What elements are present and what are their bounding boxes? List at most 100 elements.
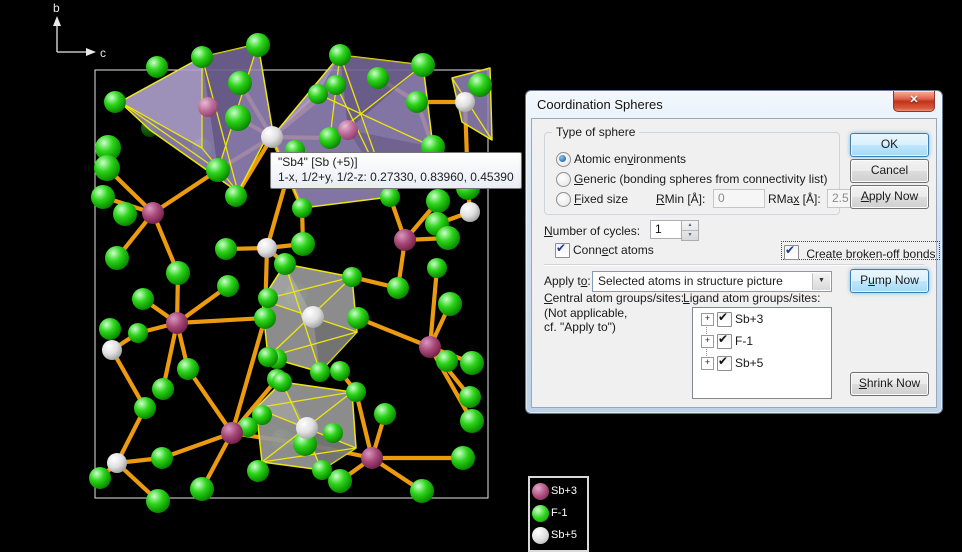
atom-F-1[interactable] <box>146 489 170 513</box>
radio-generic[interactable] <box>556 172 571 187</box>
rmin-field[interactable]: 0 <box>713 189 765 208</box>
shrink-now-button[interactable]: Shrink Now <box>850 372 929 396</box>
atom-F-1[interactable] <box>460 409 484 433</box>
atom-F-1[interactable] <box>367 67 389 89</box>
atom-F-1[interactable] <box>312 460 332 480</box>
create-broken-off-bonds-checkbox[interactable]: ✔ <box>784 245 799 260</box>
atom-F-1[interactable] <box>99 318 121 340</box>
cycles-spinner[interactable]: ▲ ▼ <box>681 220 699 241</box>
atom-Sb+5[interactable] <box>257 238 277 258</box>
tree-item-sb5[interactable]: + ✔ Sb+5 <box>693 352 831 374</box>
atom-F-1[interactable] <box>342 267 362 287</box>
atom-F-1[interactable] <box>347 307 369 329</box>
ligand-atom-groups-list[interactable]: + ✔ Sb+3 + ✔ F-1 + ✔ Sb+5 <box>692 307 832 399</box>
atom-F-1[interactable] <box>146 56 168 78</box>
atom-F-1[interactable] <box>247 460 269 482</box>
atom-F-1[interactable] <box>292 198 312 218</box>
dialog-titlebar[interactable]: Coordination Spheres ✕ <box>526 91 942 118</box>
pump-now-button[interactable]: Pump Now <box>850 269 929 293</box>
atom-F-1[interactable] <box>459 386 481 408</box>
atom-F-1[interactable] <box>436 226 460 250</box>
atom-F-1[interactable] <box>387 277 409 299</box>
atom-F-1[interactable] <box>132 288 154 310</box>
atom-Sb+3[interactable] <box>166 312 188 334</box>
spinner-up-icon[interactable]: ▲ <box>682 221 698 231</box>
atom-F-1[interactable] <box>215 238 237 260</box>
atom-F-1[interactable] <box>104 91 126 113</box>
atom-Sb+5[interactable] <box>302 306 324 328</box>
atom-F-1[interactable] <box>254 307 276 329</box>
atom-F-1[interactable] <box>152 378 174 400</box>
atom-F-1[interactable] <box>274 253 296 275</box>
tree-checkbox-sb5[interactable]: ✔ <box>717 356 732 371</box>
atom-F-1[interactable] <box>319 127 341 149</box>
atom-F-1[interactable] <box>228 71 252 95</box>
atom-F-1[interactable] <box>225 105 251 131</box>
atom-Sb+3[interactable] <box>198 97 218 117</box>
atom-F-1[interactable] <box>380 187 400 207</box>
atom-Sb+3[interactable] <box>361 447 383 469</box>
atom-F-1[interactable] <box>166 261 190 285</box>
tree-item-f1[interactable]: + ✔ F-1 <box>693 330 831 352</box>
chevron-down-icon[interactable]: ▼ <box>812 273 830 290</box>
atom-F-1[interactable] <box>258 347 278 367</box>
atom-F-1[interactable] <box>410 479 434 503</box>
atom-Sb+5[interactable] <box>107 453 127 473</box>
atom-F-1[interactable] <box>330 361 350 381</box>
atom-F-1[interactable] <box>427 258 447 278</box>
atom-F-1[interactable] <box>151 447 173 469</box>
atom-F-1[interactable] <box>411 53 435 77</box>
atom-Sb+5[interactable] <box>455 92 475 112</box>
create-broken-off-bonds-option[interactable]: ✔ Create broken-off bonds <box>781 241 940 260</box>
atom-Sb+5[interactable] <box>296 417 318 439</box>
atom-F-1[interactable] <box>91 185 115 209</box>
atom-F-1[interactable] <box>308 84 328 104</box>
radio-atomic-environments[interactable] <box>556 152 571 167</box>
atom-F-1[interactable] <box>406 91 428 113</box>
tree-checkbox-f1[interactable]: ✔ <box>717 334 732 349</box>
apply-to-dropdown[interactable]: Selected atoms in structure picture ▼ <box>592 271 832 292</box>
atom-F-1[interactable] <box>246 33 270 57</box>
atom-F-1[interactable] <box>134 397 156 419</box>
atom-F-1[interactable] <box>94 155 120 181</box>
atom-Sb+5[interactable] <box>460 202 480 222</box>
number-of-cycles-field[interactable]: 1 <box>650 220 685 239</box>
atom-F-1[interactable] <box>326 75 346 95</box>
atom-F-1[interactable] <box>468 73 492 97</box>
atom-F-1[interactable] <box>436 350 458 372</box>
atom-Sb+3[interactable] <box>419 336 441 358</box>
atom-F-1[interactable] <box>113 202 137 226</box>
atom-Sb+3[interactable] <box>142 202 164 224</box>
atom-F-1[interactable] <box>258 288 278 308</box>
expand-icon[interactable]: + <box>701 335 714 348</box>
tree-checkbox-sb3[interactable]: ✔ <box>717 312 732 327</box>
atom-F-1[interactable] <box>272 372 292 392</box>
expand-icon[interactable]: + <box>701 357 714 370</box>
atom-F-1[interactable] <box>217 275 239 297</box>
atom-F-1[interactable] <box>374 403 396 425</box>
atom-Sb+5[interactable] <box>102 340 122 360</box>
spinner-down-icon[interactable]: ▼ <box>682 231 698 240</box>
atom-F-1[interactable] <box>89 467 111 489</box>
atom-F-1[interactable] <box>310 362 330 382</box>
atom-Sb+5[interactable] <box>261 126 283 148</box>
atom-F-1[interactable] <box>206 158 230 182</box>
atom-Sb+3[interactable] <box>394 229 416 251</box>
radio-fixed-size[interactable] <box>556 192 571 207</box>
ok-button[interactable]: OK <box>850 133 929 157</box>
atom-F-1[interactable] <box>128 323 148 343</box>
atom-F-1[interactable] <box>191 46 213 68</box>
apply-now-button[interactable]: Apply Now <box>850 185 929 209</box>
atom-F-1[interactable] <box>190 477 214 501</box>
tree-item-sb3[interactable]: + ✔ Sb+3 <box>693 308 831 330</box>
atom-F-1[interactable] <box>105 246 129 270</box>
atom-F-1[interactable] <box>291 232 315 256</box>
atom-F-1[interactable] <box>225 185 247 207</box>
cancel-button[interactable]: Cancel <box>850 159 929 183</box>
atom-F-1[interactable] <box>426 189 450 213</box>
expand-icon[interactable]: + <box>701 313 714 326</box>
atom-F-1[interactable] <box>323 423 343 443</box>
atom-Sb+3[interactable] <box>338 120 358 140</box>
close-button[interactable]: ✕ <box>893 91 935 112</box>
atom-F-1[interactable] <box>460 351 484 375</box>
